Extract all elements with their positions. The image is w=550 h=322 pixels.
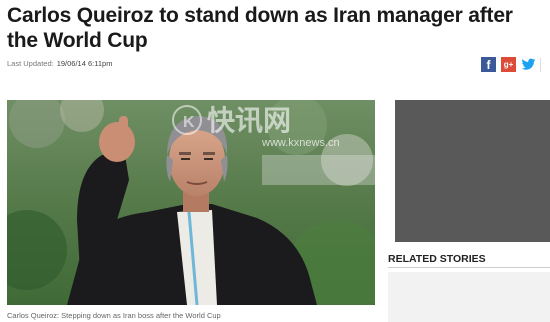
article-headline: Carlos Queiroz to stand down as Iran man… xyxy=(7,4,513,52)
ad-placeholder xyxy=(395,100,550,242)
last-updated-label: Last Updated: xyxy=(7,59,54,68)
last-updated-date: 19/06/14 6:11pm xyxy=(56,59,113,68)
watermark-url: www.kxnews.cn xyxy=(261,137,340,149)
facebook-icon[interactable]: f xyxy=(481,57,496,72)
photo-caption: Carlos Queiroz: Stepping down as Iran bo… xyxy=(7,311,221,320)
related-divider xyxy=(388,267,550,268)
share-divider xyxy=(540,58,550,72)
google-plus-icon[interactable]: g+ xyxy=(501,57,516,72)
twitter-icon[interactable] xyxy=(521,57,536,72)
svg-text:K: K xyxy=(183,114,195,131)
last-updated: Last Updated: 19/06/14 6:11pm xyxy=(7,59,112,68)
related-stories-heading: RELATED STORIES xyxy=(388,253,486,265)
watermark-chinese: 快讯网 xyxy=(207,104,291,137)
related-stories-panel xyxy=(388,272,550,322)
article-photo: K 快讯网 www.kxnews.cn xyxy=(7,100,375,305)
share-bar: f g+ xyxy=(481,57,536,72)
